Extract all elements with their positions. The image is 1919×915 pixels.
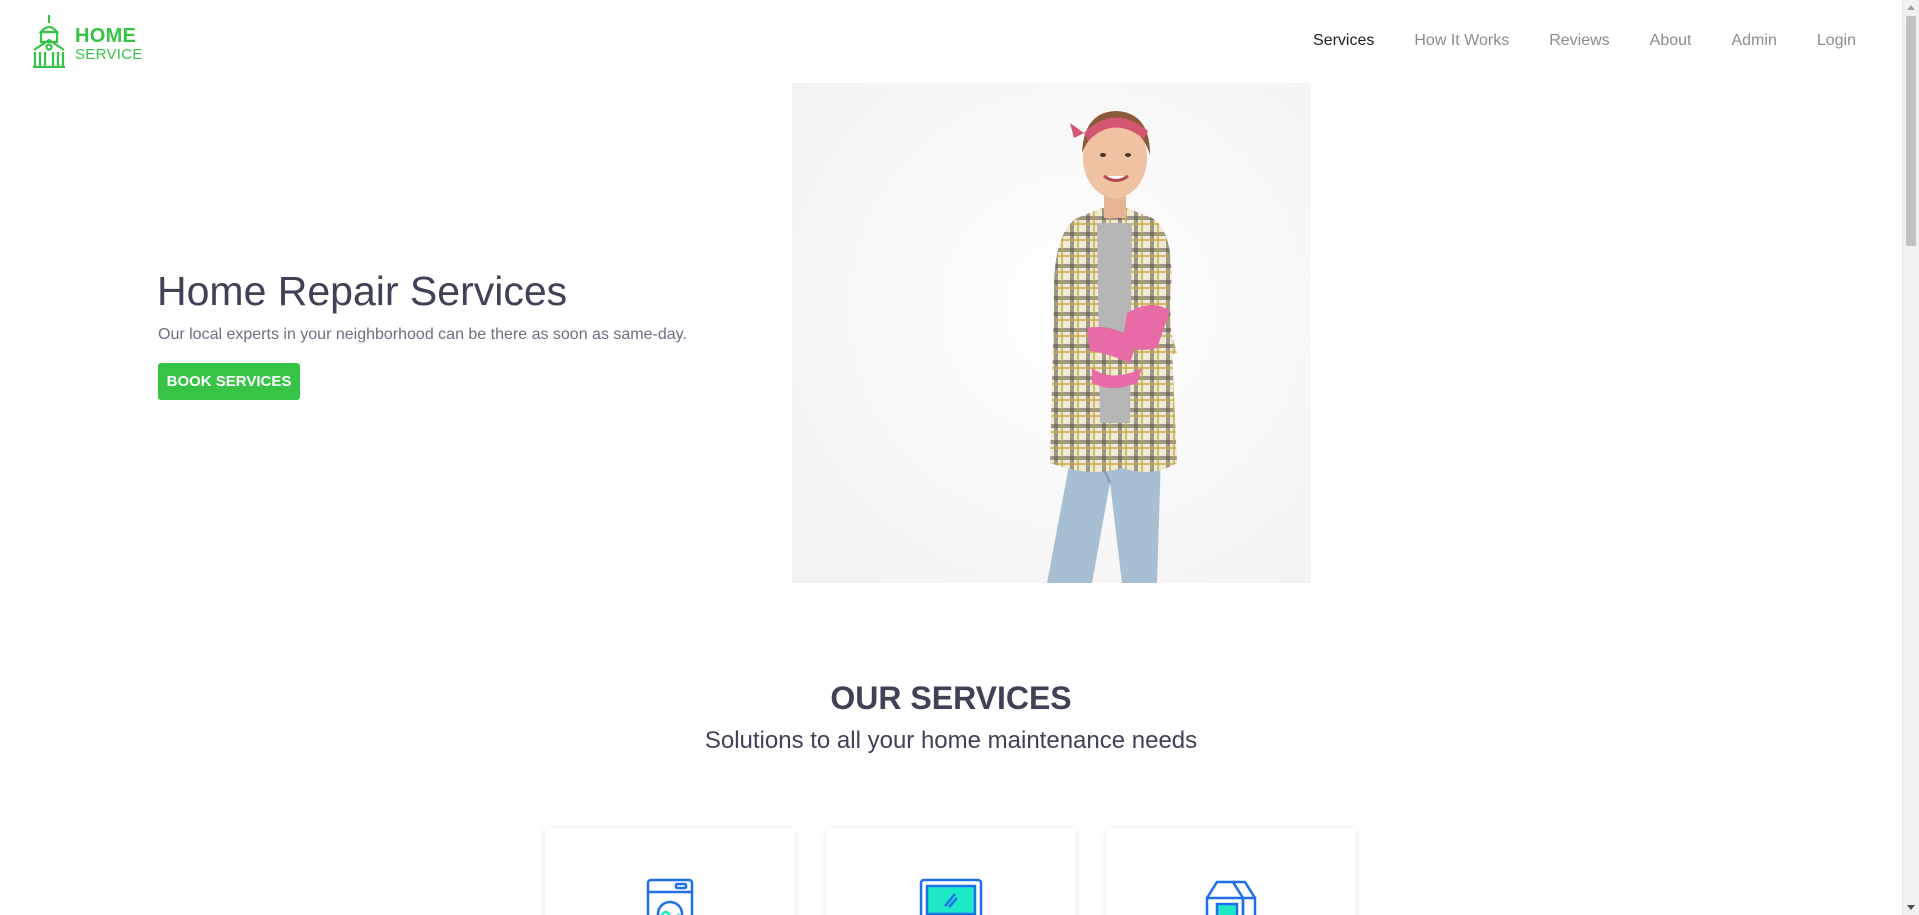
nav-about[interactable]: About [1650,32,1692,50]
nav-reviews[interactable]: Reviews [1549,32,1609,50]
service-card-washing-machine[interactable] [545,828,795,915]
page-scrollbar[interactable] [1902,0,1919,915]
nav-how-it-works[interactable]: How It Works [1414,32,1509,50]
services-subtitle: Solutions to all your home maintenance n… [704,727,1198,754]
services-title: OUR SERVICES [830,680,1072,716]
nav-admin[interactable]: Admin [1731,32,1776,50]
nav-login[interactable]: Login [1817,32,1856,50]
scroll-up-arrow[interactable] [1907,5,1915,10]
book-services-button[interactable]: BOOK SERVICES [158,363,300,400]
microwave-icon [919,878,983,915]
logo-line-2: SERVICE [75,45,143,63]
main-nav: Services How It Works Reviews About Admi… [1313,32,1856,50]
building-icon [29,14,69,73]
logo[interactable]: HOME SERVICE [29,14,143,73]
logo-text: HOME SERVICE [75,26,143,62]
hero-subtitle: Our local experts in your neighborhood c… [158,326,687,343]
scroll-down-arrow[interactable] [1907,905,1915,910]
hero-image [792,83,1311,583]
fridge-icon [1205,878,1257,915]
washing-machine-icon [646,878,694,915]
scrollbar-thumb[interactable] [1906,16,1916,246]
site-header: HOME SERVICE Services How It Works Revie… [0,0,1902,84]
nav-services[interactable]: Services [1313,32,1374,50]
logo-line-1: HOME [75,24,137,47]
service-card-fridge[interactable] [1106,828,1356,915]
hero-title: Home Repair Services [157,268,568,314]
service-card-microwave[interactable] [826,828,1076,915]
